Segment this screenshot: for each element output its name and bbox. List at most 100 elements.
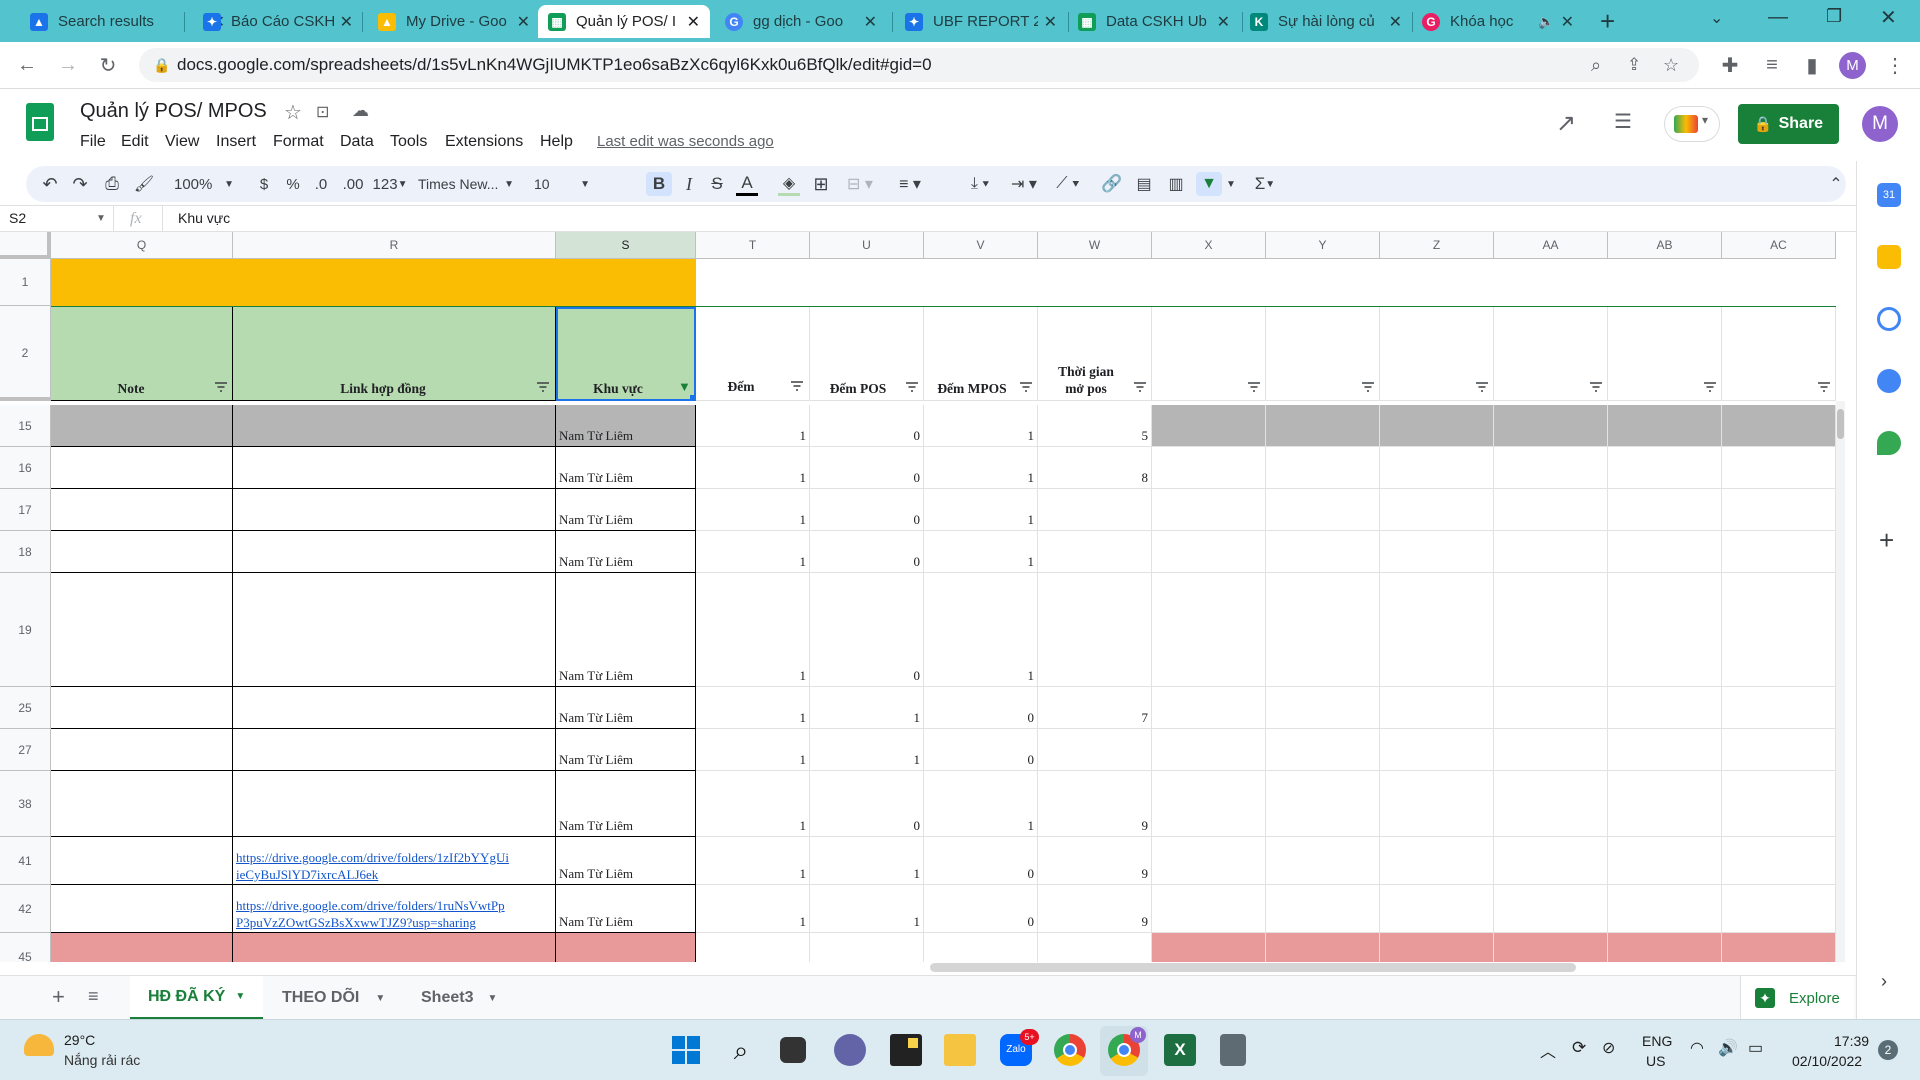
header-open-time[interactable]: Thời gian mở pos	[1038, 307, 1152, 401]
cell-note[interactable]	[51, 933, 233, 962]
network-off-icon[interactable]: ⊘	[1602, 1038, 1615, 1058]
cell-count[interactable]: 1	[696, 531, 810, 573]
row-header[interactable]: 27	[0, 729, 51, 771]
cell-count[interactable]: 1	[696, 573, 810, 687]
filter-icon[interactable]: ▼	[1196, 172, 1222, 196]
cell-open-time[interactable]: 8	[1038, 447, 1152, 489]
cell-area[interactable]: Nam Từ Liêm	[556, 489, 696, 531]
row-header[interactable]: 17	[0, 489, 51, 531]
calendar-icon[interactable]: 31	[1877, 183, 1901, 207]
cell-note[interactable]	[51, 573, 233, 687]
undo-icon[interactable]: ↶	[38, 172, 62, 196]
lock-icon[interactable]: 🔒	[153, 48, 170, 82]
vertical-scrollbar-thumb[interactable]	[1837, 409, 1844, 439]
sync-icon[interactable]: ⟳	[1572, 1038, 1586, 1058]
cell-empty[interactable]	[1608, 771, 1722, 837]
row-header[interactable]: 19	[0, 573, 51, 687]
menu-view[interactable]: View	[165, 133, 199, 151]
cell-empty[interactable]	[1152, 573, 1266, 687]
row-header[interactable]: 18	[0, 531, 51, 573]
cell-empty[interactable]	[1266, 447, 1380, 489]
row-header[interactable]: 1	[0, 259, 51, 306]
speaker-icon[interactable]: 🔈	[1538, 14, 1554, 30]
cell-empty[interactable]	[1152, 885, 1266, 933]
row-header[interactable]: 41	[0, 837, 51, 885]
cell-empty[interactable]	[1722, 573, 1836, 687]
meet-button[interactable]: ▾	[1664, 106, 1720, 142]
cell-count-pos[interactable]: 1	[810, 885, 924, 933]
maps-icon[interactable]	[1877, 431, 1901, 455]
cell-count-pos[interactable]: 0	[810, 573, 924, 687]
volume-icon[interactable]: 🔊	[1718, 1038, 1738, 1058]
currency-button[interactable]: $	[254, 172, 274, 196]
cell-empty[interactable]	[1608, 687, 1722, 729]
cell-empty[interactable]	[1608, 405, 1722, 447]
cell-area[interactable]: Nam Từ Liêm	[556, 447, 696, 489]
cell-note[interactable]	[51, 531, 233, 573]
tab-search-icon[interactable]: ⌄	[1710, 8, 1723, 28]
cell-empty[interactable]	[1266, 885, 1380, 933]
comments-icon[interactable]: ☰	[1614, 109, 1632, 134]
cell-empty[interactable]	[1722, 885, 1836, 933]
row-header[interactable]: 38	[0, 771, 51, 837]
cell-empty[interactable]	[1380, 447, 1494, 489]
account-avatar[interactable]: M	[1862, 106, 1898, 142]
cell-empty[interactable]	[1266, 837, 1380, 885]
fill-color-icon[interactable]: ◈	[778, 172, 800, 196]
cell-empty[interactable]	[1380, 771, 1494, 837]
filter-icon[interactable]	[1247, 382, 1261, 392]
filter-icon[interactable]	[1361, 382, 1375, 392]
close-window-button[interactable]: ✕	[1880, 5, 1897, 30]
cell-area[interactable]: Nam Từ Liêm	[556, 405, 696, 447]
cell-count[interactable]: 1	[696, 885, 810, 933]
keep-icon[interactable]	[1877, 245, 1901, 269]
cell-count-pos[interactable]: 0	[810, 771, 924, 837]
cell-empty[interactable]	[1608, 933, 1722, 962]
cell-empty[interactable]	[1380, 531, 1494, 573]
cell-note[interactable]	[51, 837, 233, 885]
weather-temp[interactable]: 29°C	[64, 1032, 95, 1048]
calculator-icon[interactable]	[1220, 1034, 1246, 1066]
text-color-button[interactable]: A	[736, 172, 758, 196]
cell-count[interactable]: 1	[696, 933, 810, 962]
notification-badge[interactable]: 2	[1878, 1040, 1898, 1060]
cell-count[interactable]: 1	[696, 687, 810, 729]
browser-tab[interactable]: ▦ Data CSKH Ub ✕	[1068, 5, 1240, 38]
font-size-select[interactable]: 10 ▼	[534, 172, 590, 196]
filter-icon[interactable]	[1817, 382, 1831, 392]
cell-open-time[interactable]: 9	[1038, 837, 1152, 885]
filter-icon[interactable]	[1019, 382, 1033, 392]
weather-icon[interactable]	[24, 1034, 54, 1056]
minimize-button[interactable]: —	[1768, 6, 1788, 29]
close-icon[interactable]: ✕	[864, 12, 877, 32]
cell-note[interactable]	[51, 885, 233, 933]
contract-link[interactable]: P3puVzZOwtGSzBsXxwwTJZ9?usp=sharing	[233, 914, 476, 931]
column-header-x[interactable]: X	[1152, 232, 1266, 259]
url-bar[interactable]: 🔒 docs.google.com/spreadsheets/d/1s5vLnK…	[139, 48, 1699, 82]
name-box[interactable]: S2 ▼	[0, 206, 114, 231]
close-icon[interactable]: ✕	[687, 12, 700, 32]
cell-link[interactable]	[233, 933, 556, 962]
column-header-aa[interactable]: AA	[1494, 232, 1608, 259]
cell-empty[interactable]	[1494, 489, 1608, 531]
chrome-menu-icon[interactable]: ⋮	[1880, 50, 1910, 80]
header-empty-cell[interactable]	[1380, 307, 1494, 401]
tasks-icon[interactable]	[1877, 307, 1901, 331]
cell-empty[interactable]	[1494, 447, 1608, 489]
bookmark-star-icon[interactable]: ☆	[1663, 48, 1679, 82]
clock-date[interactable]: 02/10/2022	[1792, 1053, 1862, 1069]
close-icon[interactable]: ✕	[1561, 12, 1574, 32]
cell-note[interactable]	[51, 447, 233, 489]
add-sheet-button[interactable]: +	[52, 984, 65, 1010]
cell-empty[interactable]	[1380, 885, 1494, 933]
browser-tab[interactable]: K Sự hài lòng củ ✕	[1240, 5, 1412, 38]
borders-icon[interactable]: ⊞	[810, 172, 832, 196]
star-icon[interactable]: ☆	[284, 100, 302, 125]
cell-empty[interactable]	[1608, 489, 1722, 531]
cell-link[interactable]	[233, 729, 556, 771]
cell-count[interactable]: 1	[696, 405, 810, 447]
cell-empty[interactable]	[1152, 771, 1266, 837]
strikethrough-button[interactable]: S	[706, 172, 728, 196]
task-view-icon[interactable]	[780, 1037, 806, 1063]
cell-open-time[interactable]	[1038, 489, 1152, 531]
